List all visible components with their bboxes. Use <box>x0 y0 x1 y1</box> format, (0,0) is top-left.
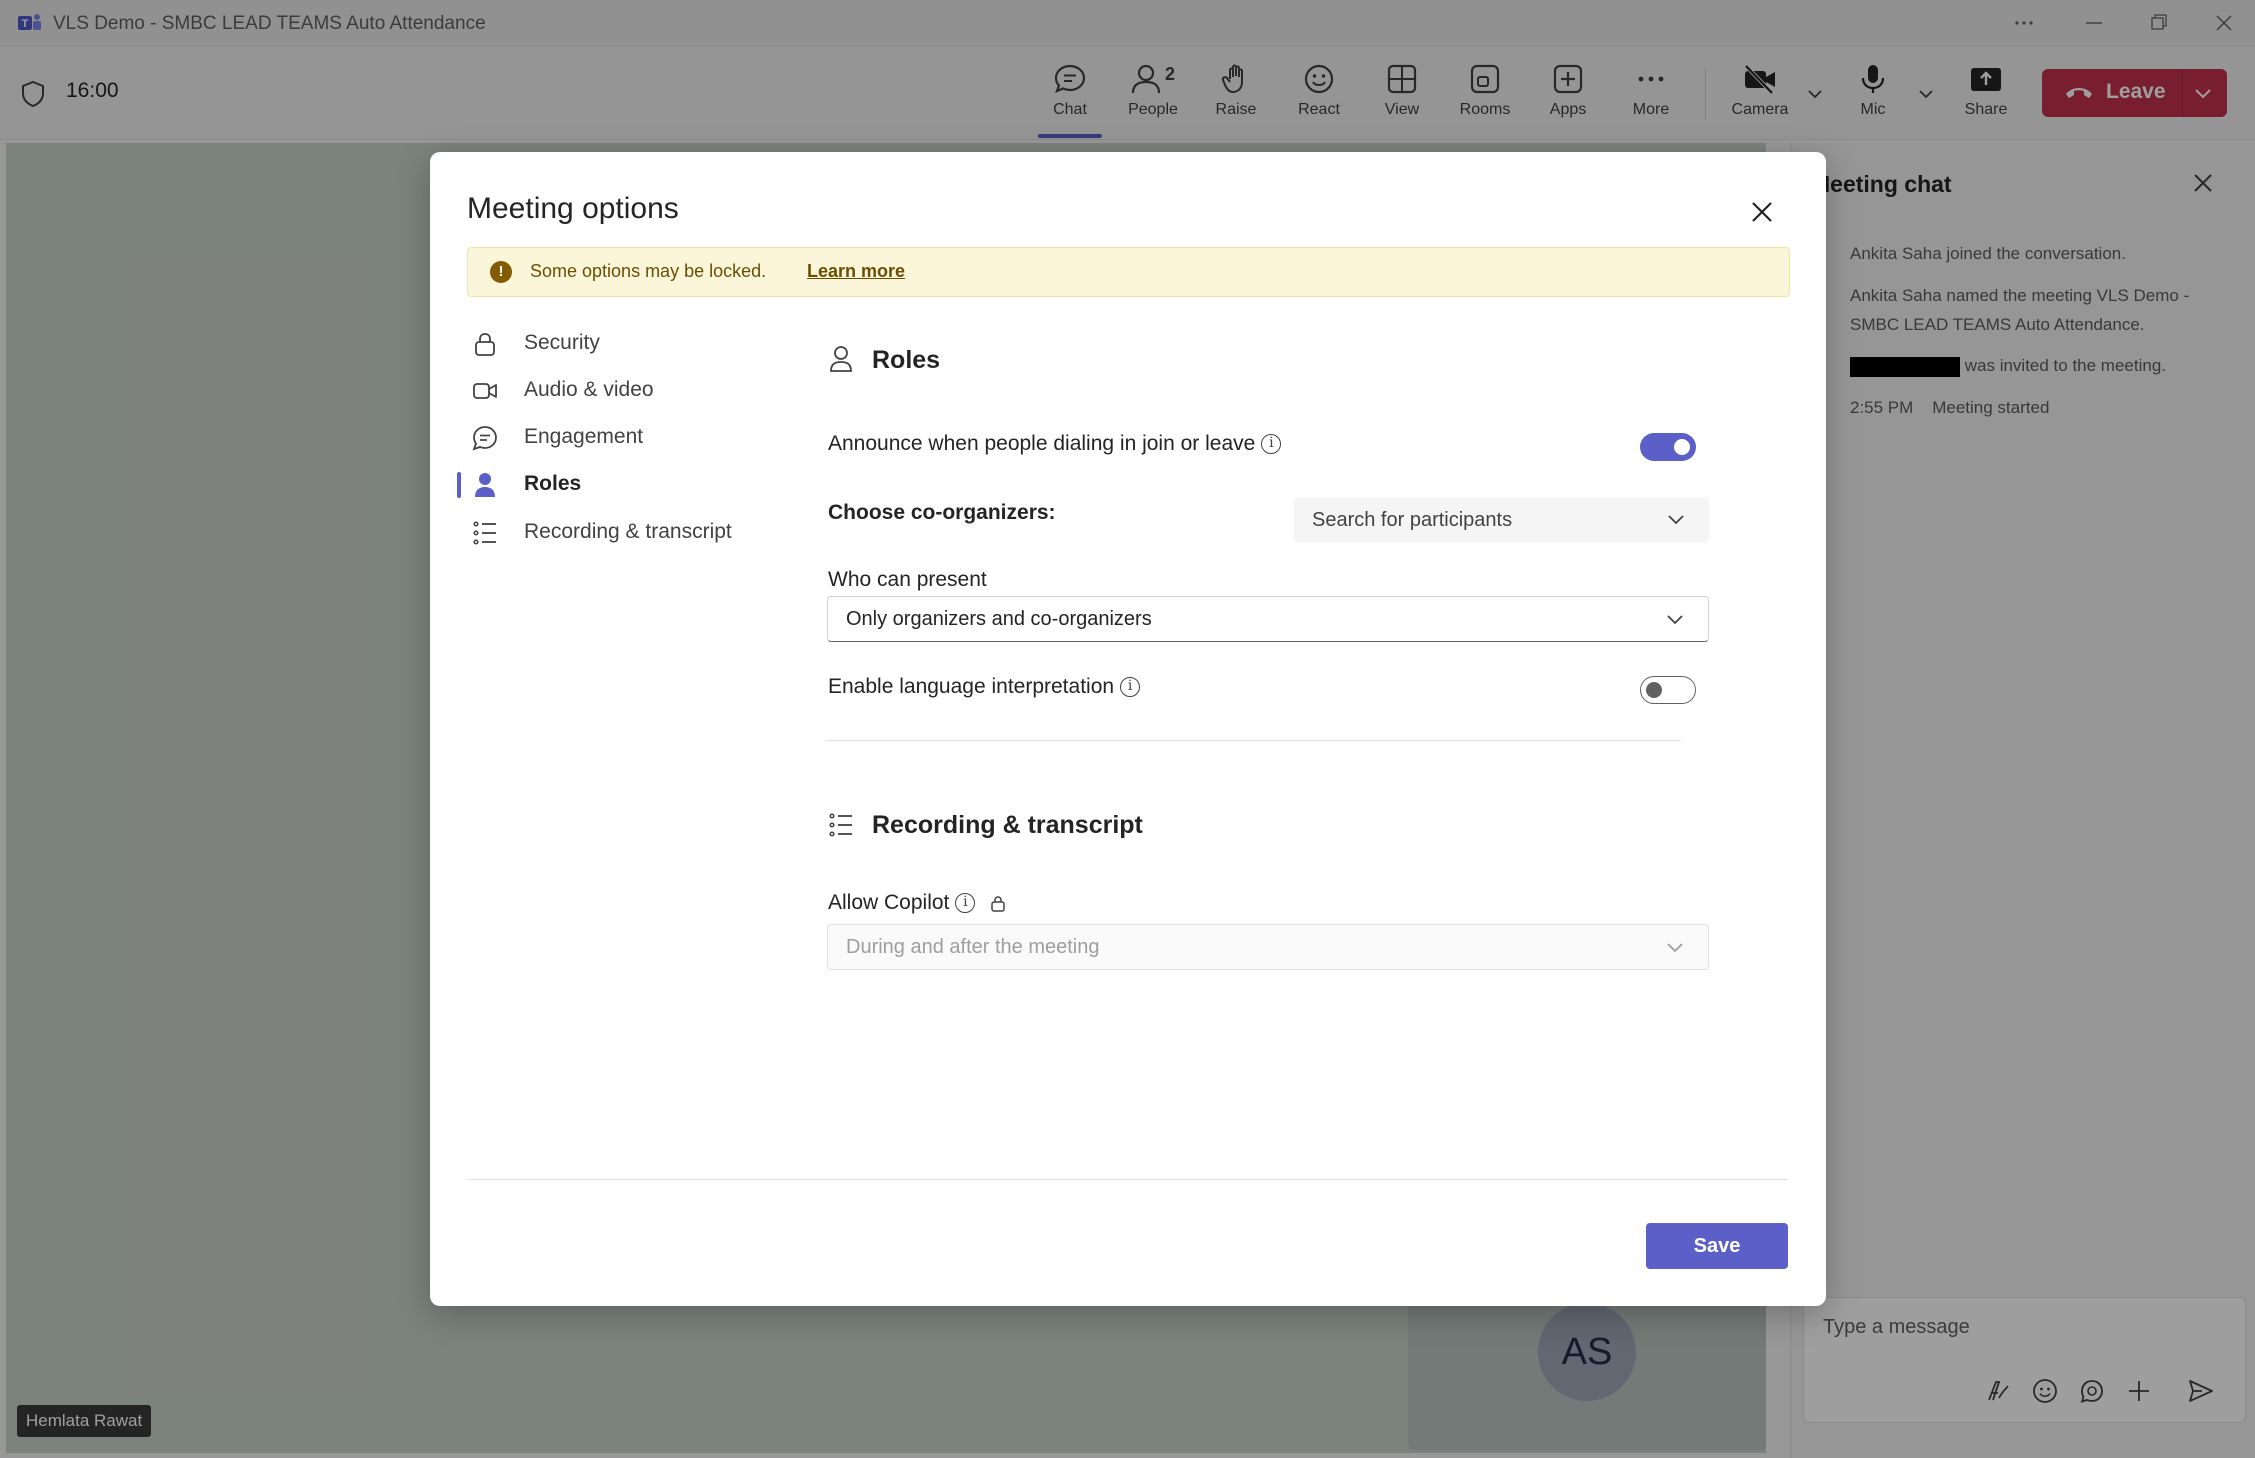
save-button[interactable]: Save <box>1646 1223 1788 1269</box>
lock-icon <box>475 333 495 356</box>
banner-text: Some options may be locked. <box>530 261 767 281</box>
person-icon <box>475 473 495 497</box>
announce-toggle[interactable] <box>1640 433 1696 461</box>
info-icon[interactable]: i <box>1120 677 1141 698</box>
who-can-present-dropdown[interactable]: Only organizers and co-organizers <box>827 596 1709 642</box>
roles-person-icon <box>830 346 852 372</box>
allow-copilot-label-text: Allow Copilot <box>828 891 950 914</box>
nav-item-security[interactable]: Security <box>472 323 762 363</box>
coorganizers-search-dropdown[interactable]: Search for participants <box>1294 497 1709 543</box>
allow-copilot-dropdown: During and after the meeting <box>827 924 1709 970</box>
toggle-knob <box>1674 439 1690 455</box>
info-icon[interactable]: i <box>1261 434 1282 455</box>
recording-list-icon <box>829 813 852 837</box>
coorganizers-label: Choose co-organizers: <box>828 501 1056 524</box>
locked-options-banner: ! Some options may be locked. Learn more <box>467 247 1790 297</box>
nav-item-label: Engagement <box>524 425 644 448</box>
chevron-down-icon <box>1667 615 1683 625</box>
list-icon <box>473 521 496 545</box>
nav-item-label: Audio & video <box>524 378 654 401</box>
announce-label-text: Announce when people dialing in join or … <box>828 432 1256 455</box>
who-can-present-label: Who can present <box>828 568 987 591</box>
video-icon <box>473 383 497 399</box>
engagement-icon <box>472 426 497 451</box>
toggle-knob <box>1646 682 1662 698</box>
nav-item-label: Security <box>524 331 600 354</box>
interpretation-toggle[interactable] <box>1640 676 1696 704</box>
interpretation-setting-label: Enable language interpretation i <box>828 675 1141 699</box>
nav-item-label: Recording & transcript <box>524 520 732 543</box>
meeting-options-dialog: Meeting options ! Some options may be lo… <box>430 152 1826 1306</box>
nav-item-engagement[interactable]: Engagement <box>472 417 762 457</box>
announce-setting-label: Announce when people dialing in join or … <box>828 432 1282 456</box>
who-can-present-value: Only organizers and co-organizers <box>846 608 1152 630</box>
nav-item-roles[interactable]: Roles <box>457 464 762 504</box>
info-icon[interactable]: i <box>955 893 976 914</box>
lock-icon <box>991 896 1005 913</box>
coorganizers-placeholder: Search for participants <box>1312 509 1513 531</box>
warning-icon: ! <box>490 261 512 283</box>
footer-divider <box>467 1179 1788 1180</box>
roles-section-title: Roles <box>872 346 941 374</box>
dialog-title: Meeting options <box>467 192 679 225</box>
nav-item-recording-transcript[interactable]: Recording & transcript <box>472 512 762 552</box>
learn-more-link[interactable]: Learn more <box>807 261 905 282</box>
nav-item-label: Roles <box>524 472 582 495</box>
recording-section-title: Recording & transcript <box>872 811 1143 839</box>
close-dialog-icon[interactable] <box>1751 201 1773 223</box>
nav-item-audio-video[interactable]: Audio & video <box>472 370 762 410</box>
section-divider <box>826 740 1681 741</box>
allow-copilot-setting-label: Allow Copilot i <box>828 891 1007 915</box>
chevron-down-icon <box>1667 943 1683 953</box>
interpretation-label-text: Enable language interpretation <box>828 675 1115 698</box>
chevron-down-icon <box>1668 515 1684 525</box>
allow-copilot-value: During and after the meeting <box>846 936 1100 958</box>
